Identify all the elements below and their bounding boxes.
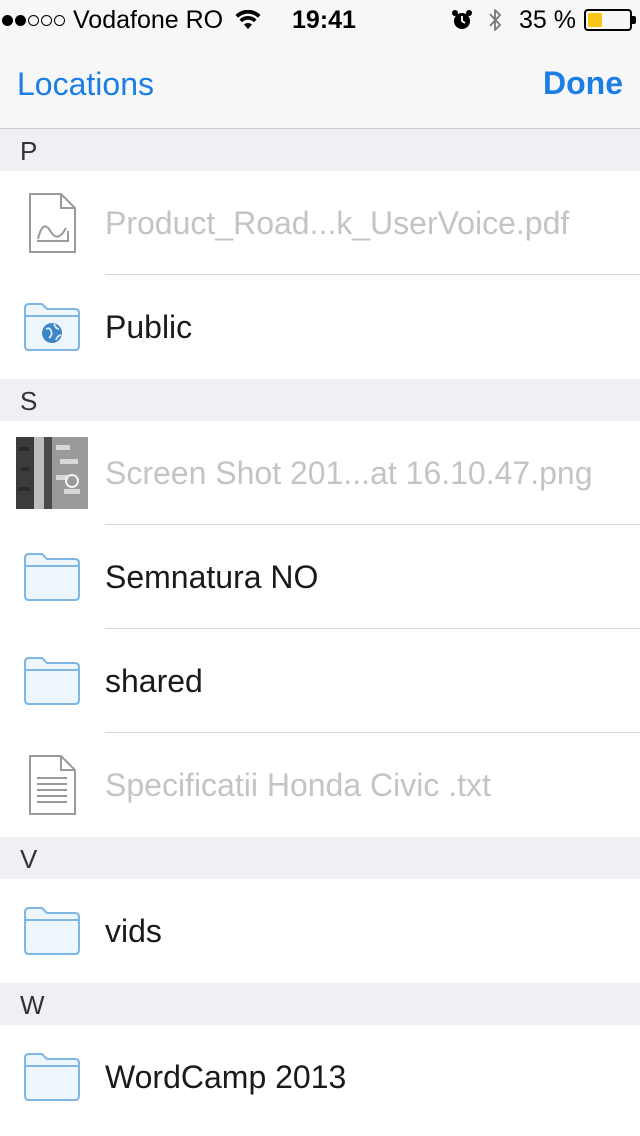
wifi-icon (235, 10, 261, 29)
locations-back-button[interactable]: Locations (17, 66, 154, 103)
signal-dot (54, 14, 65, 26)
file-row[interactable]: Public (0, 275, 640, 379)
pdf-document-icon (16, 187, 88, 259)
file-list: P Product_Road...k_UserVoice.pdf Public S Sc… (0, 129, 640, 1129)
file-name: Specificatii Honda Civic .txt (105, 767, 491, 803)
signal-dot (28, 14, 39, 26)
screen: Vodafone RO 19:41 35 % Locations Done P … (0, 0, 640, 1136)
file-name: WordCamp 2013 (105, 1059, 347, 1095)
file-name: Semnatura NO (105, 559, 319, 595)
file-name: vids (105, 913, 162, 949)
text-document-icon (16, 749, 88, 821)
file-row: Product_Road...k_UserVoice.pdf (0, 171, 640, 275)
file-row[interactable]: WordCamp 2013 (0, 1025, 640, 1129)
folder-icon (16, 895, 88, 967)
section-header-v: V (0, 837, 640, 879)
file-name: Screen Shot 201...at 16.10.47.png (105, 455, 593, 491)
navigation-bar: Locations Done (0, 40, 640, 129)
file-name: Product_Road...k_UserVoice.pdf (105, 205, 570, 241)
signal-dot (15, 14, 26, 26)
battery-icon (584, 9, 636, 31)
battery-nub (632, 16, 636, 24)
file-name: Public (105, 309, 193, 345)
section-header-w: W (0, 983, 640, 1025)
file-row: Screen Shot 201...at 16.10.47.png (0, 421, 640, 525)
image-thumbnail (16, 437, 88, 509)
status-bar: Vodafone RO 19:41 35 % (0, 0, 640, 40)
file-name: shared (105, 663, 203, 699)
file-row[interactable]: Semnatura NO (0, 525, 640, 629)
folder-icon (16, 645, 88, 717)
public-folder-icon (16, 291, 88, 363)
signal-dot (41, 14, 52, 26)
battery-fill (588, 13, 602, 27)
file-row[interactable]: vids (0, 879, 640, 983)
section-header-p: P (0, 129, 640, 171)
done-button[interactable]: Done (543, 65, 623, 102)
file-row[interactable]: shared (0, 629, 640, 733)
file-row: Specificatii Honda Civic .txt (0, 733, 640, 837)
signal-strength-icon (2, 14, 67, 26)
alarm-icon (452, 10, 473, 29)
battery-percentage: 35 % (519, 5, 576, 34)
clock-time: 19:41 (292, 6, 356, 34)
section-header-s: S (0, 379, 640, 421)
folder-icon (16, 1041, 88, 1113)
bluetooth-icon (489, 9, 501, 31)
folder-icon (16, 541, 88, 613)
signal-dot (2, 14, 13, 26)
carrier-name: Vodafone RO (73, 5, 224, 34)
